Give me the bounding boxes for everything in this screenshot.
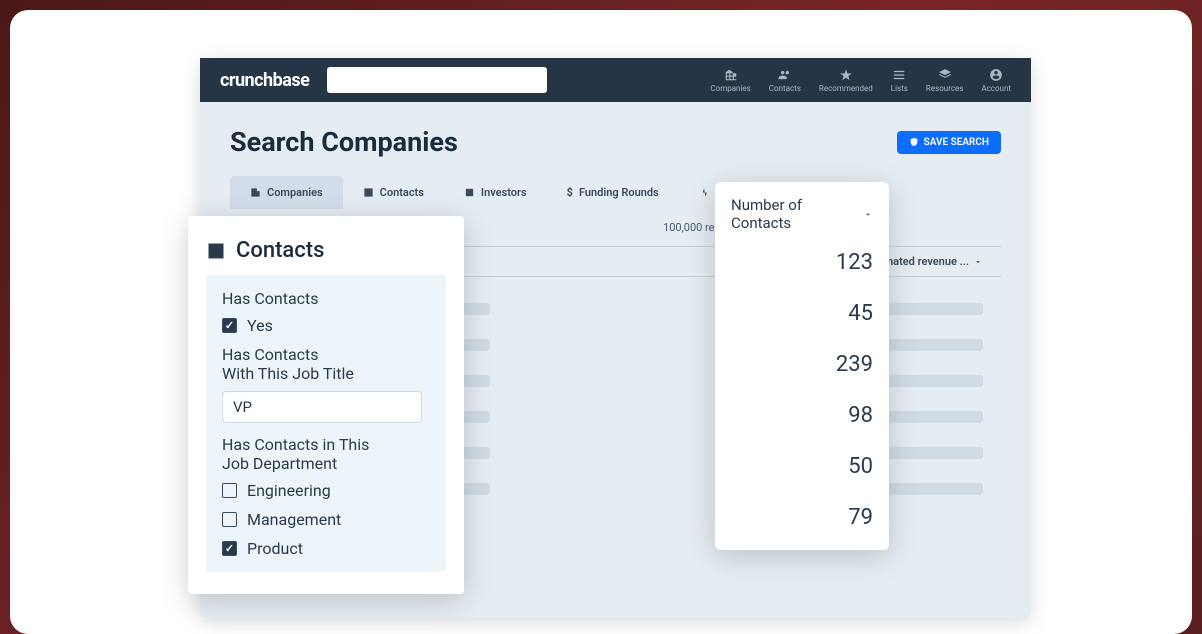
col-revenue[interactable]: imated revenue ... (881, 255, 1001, 268)
num-value: 50 (731, 454, 873, 479)
contact-card-icon (206, 241, 226, 261)
num-value: 79 (731, 505, 873, 530)
logo: crunchbase (220, 70, 309, 91)
dept-management-checkbox[interactable] (222, 512, 237, 527)
dept-product-checkbox[interactable] (222, 541, 237, 556)
job-title-input[interactable]: VP (222, 391, 422, 423)
nav-companies[interactable]: Companies (710, 68, 750, 93)
has-contacts-yes-checkbox[interactable] (222, 318, 237, 333)
save-search-button[interactable]: SAVE SEARCH (897, 131, 1001, 154)
chevron-down-icon (863, 209, 873, 220)
num-value: 123 (731, 250, 873, 275)
tab-investors[interactable]: Investors (444, 176, 547, 209)
num-value: 239 (731, 352, 873, 377)
num-value: 45 (731, 301, 873, 326)
number-of-contacts-panel: Number of Contacts 123 45 239 98 50 79 (715, 182, 889, 550)
page-title: Search Companies (230, 126, 458, 158)
contacts-filters-panel: Contacts Has Contacts Yes Has Contacts W… (188, 216, 464, 594)
nav-account[interactable]: Account (981, 68, 1011, 93)
has-contacts-label: Has Contacts (222, 289, 430, 308)
app-header: crunchbase Companies Contacts Recommende… (200, 58, 1031, 102)
dept-engineering-checkbox[interactable] (222, 483, 237, 498)
nav-contacts[interactable]: Contacts (769, 68, 801, 93)
nav-lists[interactable]: Lists (891, 68, 908, 93)
nav-resources[interactable]: Resources (926, 68, 963, 93)
tab-funding[interactable]: $ Funding Rounds (547, 176, 679, 209)
tab-companies[interactable]: Companies (230, 176, 343, 209)
tab-contacts[interactable]: Contacts (343, 176, 444, 209)
num-value: 98 (731, 403, 873, 428)
search-input[interactable] (327, 67, 547, 93)
nav-recommended[interactable]: Recommended (819, 68, 873, 93)
num-contacts-header[interactable]: Number of Contacts (731, 196, 873, 232)
